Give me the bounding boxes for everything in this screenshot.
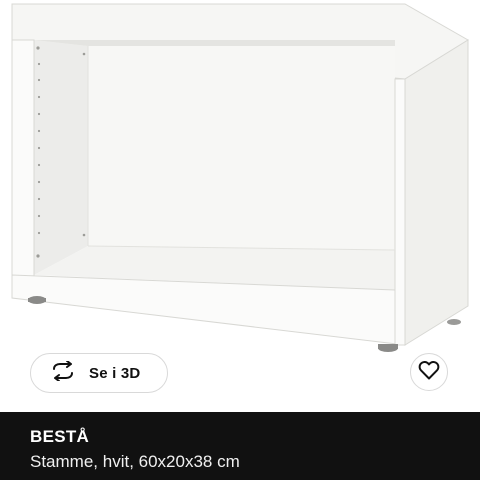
heart-icon xyxy=(418,360,440,385)
favourite-button[interactable] xyxy=(410,353,448,391)
product-name: BESTÅ xyxy=(30,427,90,446)
view-3d-button[interactable]: Se i 3D xyxy=(30,353,168,393)
product-image xyxy=(0,0,480,412)
besta-frame-illustration xyxy=(11,3,469,352)
rotate-arrows-icon xyxy=(51,359,75,386)
product-description: Stamme, hvit, 60x20x38 cm xyxy=(30,452,240,471)
product-info-bar: BESTÅ Stamme, hvit, 60x20x38 cm xyxy=(0,412,480,480)
view-3d-label: Se i 3D xyxy=(89,364,141,382)
